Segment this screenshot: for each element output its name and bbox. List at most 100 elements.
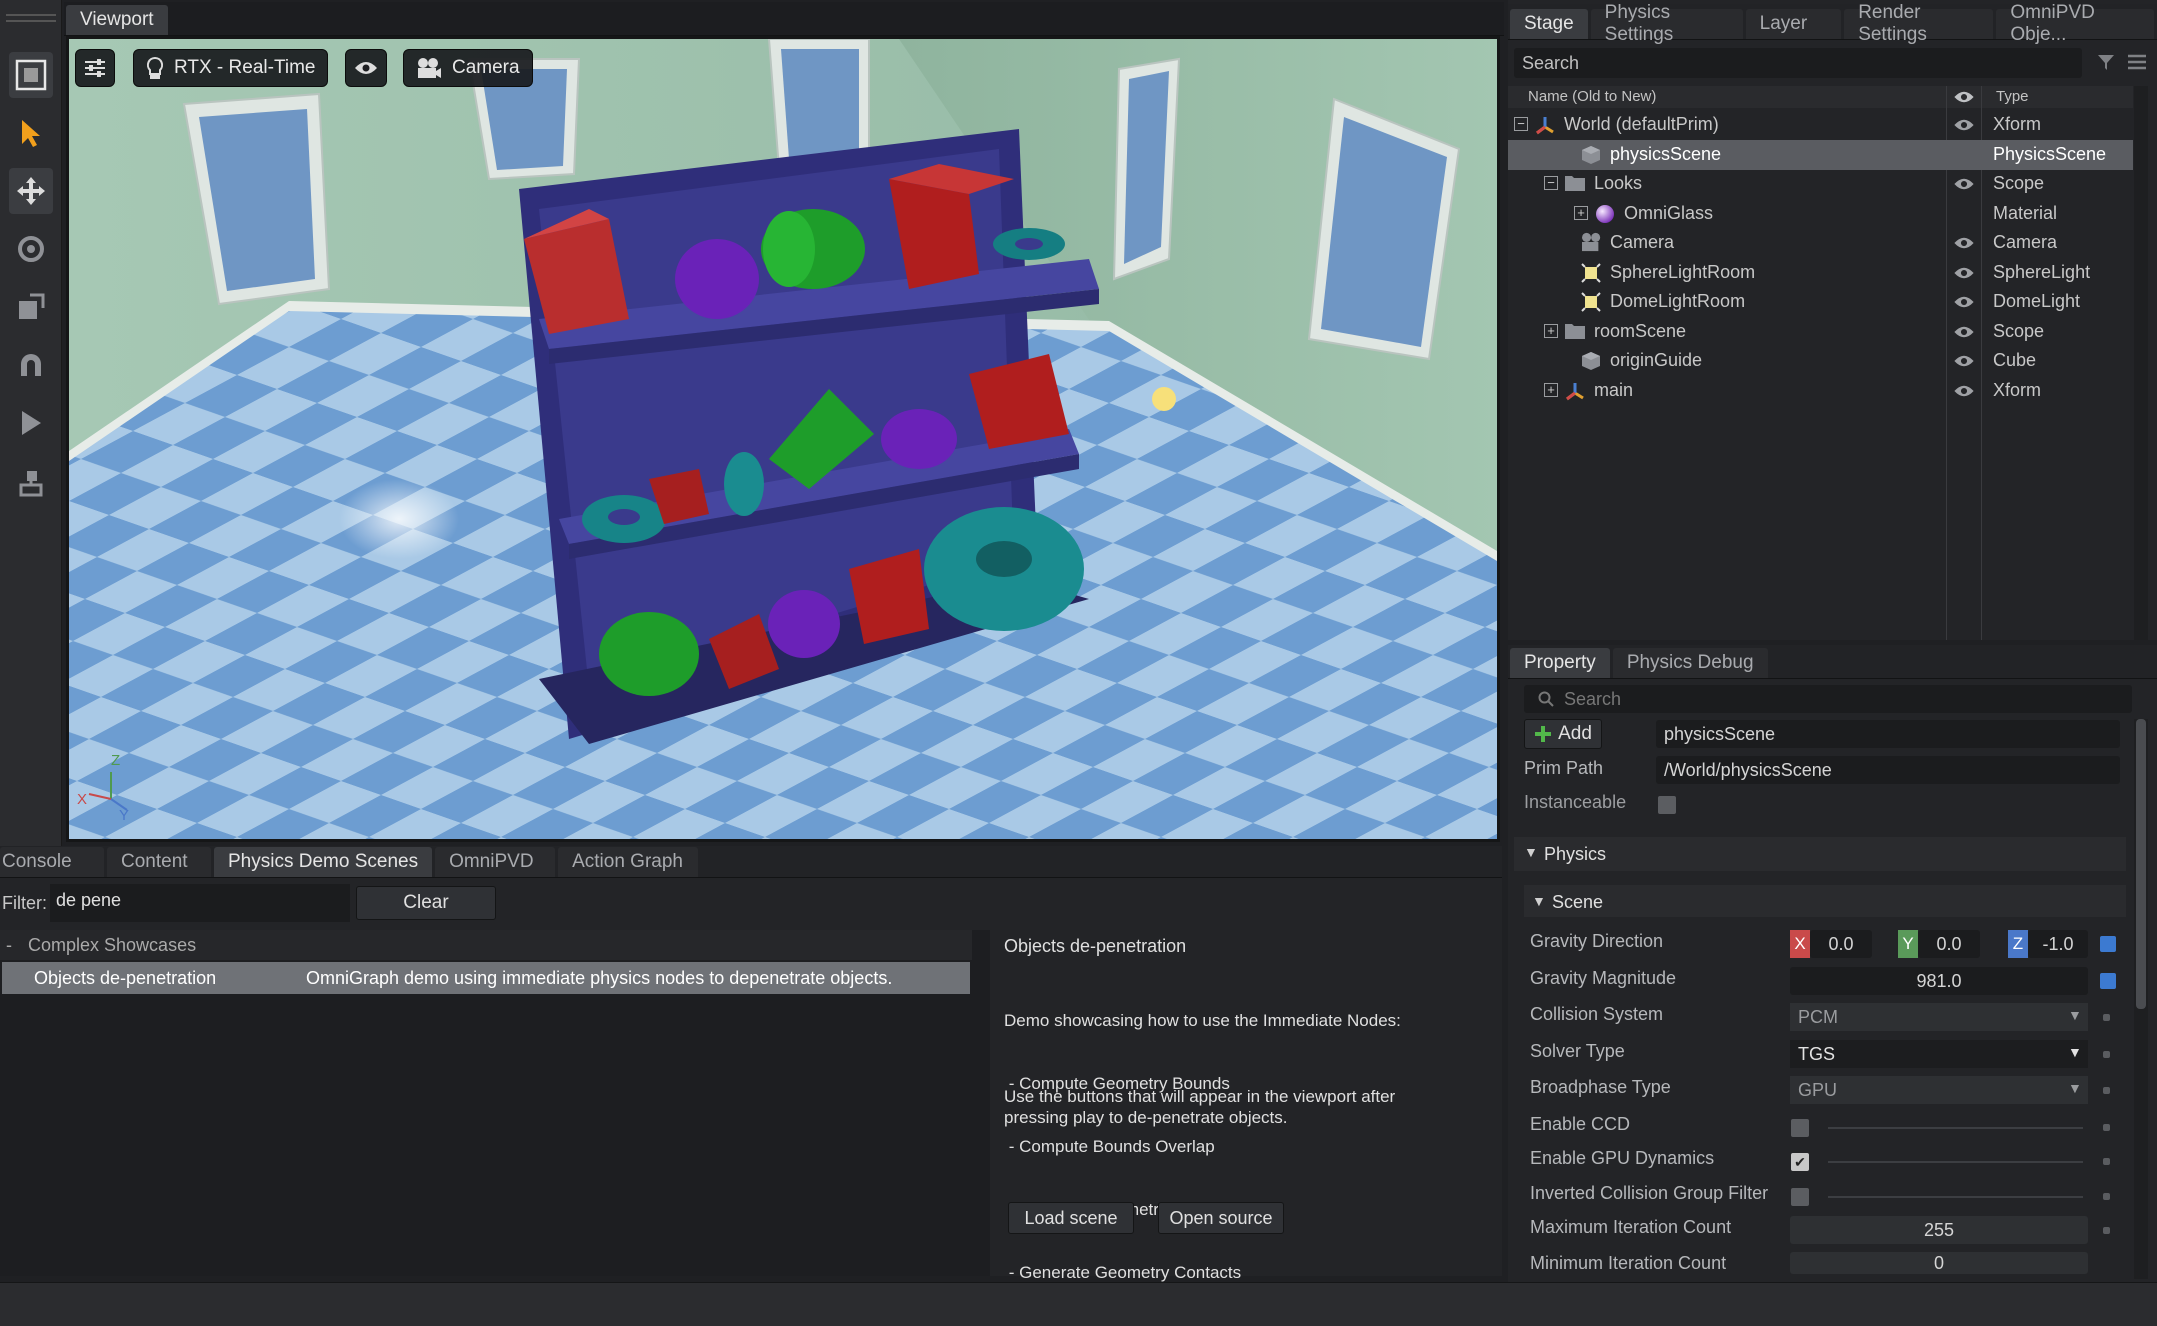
viewport-tabbar: Viewport	[64, 2, 1504, 36]
lightbulb-icon	[146, 56, 164, 79]
gravity-magnitude-field[interactable]: 981.0	[1790, 967, 2088, 995]
tree-expander-icon[interactable]: +	[1544, 323, 1558, 338]
filter-icon[interactable]	[2096, 52, 2116, 72]
stage-tree-row[interactable]: − World (defaultPrim) Xform	[1508, 110, 2133, 140]
gravity-y-field[interactable]: 0.0	[1918, 930, 1980, 958]
select-mode-icon[interactable]	[9, 52, 53, 98]
stage-tree-row[interactable]: + OmniGlass Material	[1508, 199, 2133, 229]
viewport-3d[interactable]: RTX - Real-Time Camera Z X Y	[66, 36, 1500, 842]
visibility-eye-icon[interactable]	[1953, 354, 1975, 368]
row-divider	[1828, 1196, 2083, 1198]
physics-section-title: Physics	[1544, 844, 1607, 864]
tab-omnipvd-objects[interactable]: OmniPVD Obje...	[1996, 2, 2154, 45]
group-collapse-toggle[interactable]: -	[6, 935, 12, 956]
stage-tree-row[interactable]: − Looks Scope	[1508, 169, 2133, 199]
stage-row-type: PhysicsScene	[1993, 143, 2107, 164]
tab-action-graph[interactable]: Action Graph	[558, 847, 699, 877]
chevron-down-icon: ▼	[2068, 1080, 2082, 1096]
broadphase-label: Broadphase Type	[1530, 1077, 1671, 1097]
load-scene-button[interactable]: Load scene	[1008, 1202, 1134, 1234]
tab-physics-debug[interactable]: Physics Debug	[1612, 648, 1768, 678]
visibility-eye-icon[interactable]	[345, 49, 387, 87]
enable-ccd-checkbox[interactable]	[1791, 1119, 1809, 1137]
enable-gpu-checkbox[interactable]: ✔	[1791, 1153, 1809, 1171]
tree-expander-icon[interactable]: +	[1574, 205, 1588, 220]
stage-tree-row[interactable]: SphereLightRoom SphereLight	[1508, 258, 2133, 288]
demo-row-selected[interactable]: Objects de-penetration OmniGraph demo us…	[2, 962, 970, 994]
tab-console[interactable]: Console	[0, 847, 104, 877]
collision-system-dropdown[interactable]: PCM ▼	[1790, 1003, 2088, 1031]
stage-scrollbar[interactable]	[2134, 86, 2148, 640]
filter-input[interactable]: de pene	[50, 884, 350, 922]
select-arrow-icon[interactable]	[9, 110, 53, 156]
tab-content[interactable]: Content	[107, 847, 211, 877]
solver-type-dropdown[interactable]: TGS ▼	[1790, 1040, 2088, 1068]
visibility-eye-icon[interactable]	[1953, 118, 1975, 132]
chevron-down-icon: ▼	[2068, 1007, 2082, 1023]
visibility-eye-icon[interactable]	[1953, 325, 1975, 339]
tree-expander-icon[interactable]: −	[1544, 176, 1558, 190]
visibility-eye-icon[interactable]	[1953, 266, 1975, 280]
play-icon[interactable]	[9, 400, 53, 446]
settings-sliders-icon[interactable]	[75, 49, 115, 87]
gravity-z-field[interactable]: -1.0	[2028, 930, 2088, 958]
broadphase-dropdown[interactable]: GPU ▼	[1790, 1076, 2088, 1104]
add-button[interactable]: Add	[1524, 719, 1602, 749]
snap-magnet-icon[interactable]	[9, 342, 53, 388]
tab-stage[interactable]: Stage	[1510, 9, 1588, 39]
gravity-magnitude-reset[interactable]	[2100, 973, 2116, 989]
stage-row-type: Xform	[1993, 114, 2042, 134]
tree-expander-icon[interactable]: +	[1544, 382, 1558, 397]
prim-name-field[interactable]: physicsScene	[1656, 720, 2120, 748]
open-source-button[interactable]: Open source	[1158, 1202, 1284, 1234]
tab-layer[interactable]: Layer	[1745, 9, 1842, 39]
prim-path-label: Prim Path	[1524, 758, 1604, 778]
gravity-direction-reset[interactable]	[2100, 936, 2116, 952]
move-icon[interactable]	[9, 168, 53, 214]
tree-expander-icon[interactable]: −	[1514, 117, 1528, 131]
physics-section-header[interactable]: ▼ Physics	[1514, 837, 2126, 871]
stage-tree-row[interactable]: originGuide Cube	[1508, 346, 2133, 376]
tab-render-settings[interactable]: Render Settings	[1844, 2, 1994, 45]
visibility-eye-icon[interactable]	[1953, 384, 1975, 398]
prim-path-field[interactable]: /World/physicsScene	[1656, 756, 2120, 784]
stage-tree-row[interactable]: + main Xform	[1508, 376, 2133, 406]
stage-tree-row[interactable]: + roomScene Scope	[1508, 317, 2133, 347]
drag-handle-icon[interactable]	[6, 14, 56, 16]
min-iteration-field[interactable]: 0	[1790, 1252, 2088, 1274]
col-name-header[interactable]: Name (Old to New)	[1528, 88, 1656, 105]
stage-search-input[interactable]: Search	[1514, 48, 2082, 78]
tab-physics-settings[interactable]: Physics Settings	[1590, 2, 1743, 45]
property-scrollbar-thumb[interactable]	[2136, 719, 2146, 1009]
stage-tree-row[interactable]: DomeLightRoom DomeLight	[1508, 287, 2133, 317]
scene-section-header[interactable]: ▼ Scene	[1524, 885, 2126, 917]
physics-tools-icon[interactable]	[9, 460, 53, 506]
solver-type-value: TGS	[1798, 1043, 1836, 1064]
tab-viewport[interactable]: Viewport	[66, 5, 168, 35]
render-mode-button[interactable]: RTX - Real-Time	[133, 49, 329, 87]
stage-tree-row[interactable]: Camera Camera	[1508, 228, 2133, 258]
menu-icon[interactable]	[2126, 52, 2148, 72]
visibility-eye-icon[interactable]	[1953, 295, 1975, 309]
rotate-icon[interactable]	[9, 226, 53, 272]
stage-tree-row[interactable]: physicsScene PhysicsScene	[1508, 139, 2133, 170]
property-scrollbar[interactable]	[2134, 719, 2148, 1279]
max-iteration-field[interactable]: 255	[1790, 1216, 2088, 1244]
tab-physics-demo-scenes[interactable]: Physics Demo Scenes	[214, 847, 433, 877]
instanceable-checkbox[interactable]	[1658, 796, 1676, 814]
property-search-input[interactable]: Search	[1524, 685, 2132, 713]
scale-icon[interactable]	[9, 284, 53, 330]
group-row[interactable]: - Complex Showcases	[0, 930, 972, 960]
col-type-header[interactable]: Type	[1996, 88, 2029, 105]
visibility-eye-icon[interactable]	[1953, 236, 1975, 250]
stage-row-type: Cube	[1993, 350, 2037, 370]
gravity-x-field[interactable]: 0.0	[1810, 930, 1872, 958]
tab-property[interactable]: Property	[1510, 648, 1610, 678]
reset-dot	[2103, 1158, 2110, 1165]
tab-omnipvd[interactable]: OmniPVD	[435, 847, 556, 877]
stage-row-type: SphereLight	[1993, 261, 2091, 282]
clear-button[interactable]: Clear	[356, 886, 496, 920]
inverted-filter-checkbox[interactable]	[1791, 1188, 1809, 1206]
visibility-eye-icon[interactable]	[1953, 177, 1975, 191]
camera-button[interactable]: Camera	[403, 49, 533, 87]
